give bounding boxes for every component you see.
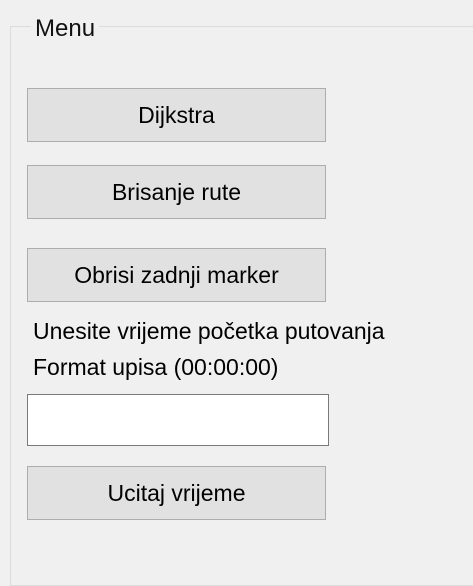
delete-last-marker-button[interactable]: Obrisi zadnji marker bbox=[27, 248, 326, 302]
start-time-input[interactable] bbox=[27, 394, 329, 446]
clear-route-button[interactable]: Brisanje rute bbox=[27, 165, 326, 219]
time-format-label: Format upisa (00:00:00) bbox=[33, 354, 279, 380]
load-time-button[interactable]: Ucitaj vrijeme bbox=[27, 466, 326, 520]
menu-title: Menu bbox=[31, 14, 100, 44]
dijkstra-button[interactable]: Dijkstra bbox=[27, 88, 326, 142]
time-prompt-label: Unesite vrijeme početka putovanja bbox=[33, 318, 385, 344]
